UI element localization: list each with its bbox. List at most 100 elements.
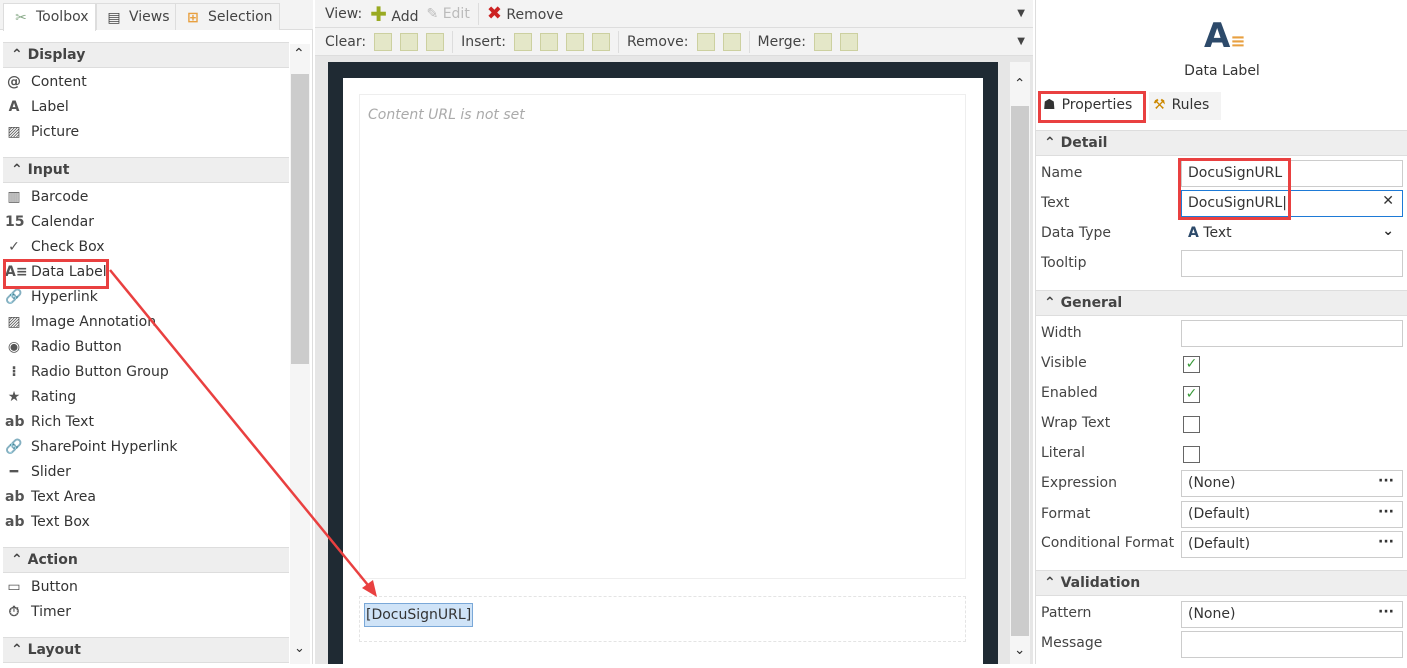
ellipsis-icon[interactable]: ··· bbox=[1378, 504, 1394, 520]
edit-button[interactable]: ✎ Edit bbox=[427, 6, 470, 22]
scroll-up-icon[interactable]: ⌃ bbox=[1014, 76, 1025, 92]
toolbox-item-barcode[interactable]: ▥ Barcode bbox=[5, 184, 88, 209]
radio-button-group-icon: ⁝ bbox=[11, 363, 17, 380]
enabled-checkbox[interactable]: ✓ bbox=[1183, 386, 1200, 403]
clear-icon[interactable] bbox=[426, 32, 445, 51]
toolbox-item-calendar[interactable]: 15 Calendar bbox=[5, 209, 94, 234]
toolbox-item-content[interactable]: @ Content bbox=[5, 69, 87, 94]
scroll-down-icon[interactable]: ⌄ bbox=[1014, 642, 1025, 658]
rating-icon: ★ bbox=[7, 388, 21, 405]
scroll-up-icon[interactable]: ⌃ bbox=[293, 46, 305, 62]
data-label-icon: A≡ bbox=[1204, 16, 1246, 56]
canvas-scrollbar[interactable]: ⌃ ⌄ bbox=[1010, 62, 1030, 664]
toolbox-item-text-area[interactable]: ab Text Area bbox=[5, 484, 96, 509]
tab-views[interactable]: ▤ Views bbox=[96, 3, 177, 30]
toolbox-item-check-box[interactable]: ✓ Check Box bbox=[5, 234, 104, 259]
insert-row-icon[interactable] bbox=[565, 32, 584, 51]
section-action[interactable]: ⌃ Action bbox=[3, 547, 289, 573]
content-control[interactable]: Content URL is not set bbox=[359, 94, 966, 579]
message-field[interactable] bbox=[1181, 631, 1403, 658]
conditional-format-field[interactable]: (Default) ··· bbox=[1181, 531, 1403, 558]
insert-row-icon[interactable] bbox=[591, 32, 610, 51]
toolbox-item-timer[interactable]: ⏱ Timer bbox=[5, 599, 72, 624]
toolbox-item-slider[interactable]: ━ Slider bbox=[5, 459, 71, 484]
toolbox-panel: ✂ Toolbox ▤ Views ⊞ Selection ⌃ Display @ Con… bbox=[0, 0, 313, 664]
section-display[interactable]: ⌃ Display bbox=[3, 42, 289, 68]
data-label-cell[interactable]: [DocuSignURL] bbox=[359, 596, 966, 642]
chevron-down-icon[interactable]: ⌄ bbox=[1382, 223, 1394, 239]
merge-right-icon[interactable] bbox=[813, 32, 832, 51]
ellipsis-icon[interactable]: ··· bbox=[1378, 534, 1394, 550]
expression-field[interactable]: (None) ··· bbox=[1181, 470, 1403, 497]
designer-canvas: View: ✚ Add ✎ Edit ✖ Remove ▼ Clear: Ins… bbox=[315, 0, 1033, 668]
section-detail[interactable]: ⌃ Detail bbox=[1036, 130, 1407, 156]
properties-panel: A≡ Data Label ☗ Properties ⚒ Rules ⌃ Detai… bbox=[1035, 0, 1407, 664]
picture-icon: ▨ bbox=[7, 123, 21, 140]
width-field[interactable] bbox=[1181, 320, 1403, 347]
toolbox-item-sharepoint-hyperlink[interactable]: 🔗 SharePoint Hyperlink bbox=[5, 434, 177, 459]
ellipsis-icon[interactable]: ··· bbox=[1378, 473, 1394, 489]
datatype-select[interactable]: A Text ⌄ bbox=[1181, 220, 1403, 247]
toolbox-tabs: ✂ Toolbox ▤ Views ⊞ Selection bbox=[0, 0, 313, 31]
ellipsis-icon[interactable]: ··· bbox=[1378, 604, 1394, 620]
calendar-icon: 15 bbox=[5, 213, 25, 230]
clear-icon[interactable]: ✕ bbox=[1382, 193, 1394, 209]
toolbox-item-text-box[interactable]: ab Text Box bbox=[5, 509, 90, 534]
label-icon: A bbox=[8, 98, 20, 115]
x-icon: ✖ bbox=[486, 3, 502, 24]
scroll-down-icon[interactable]: ⌄ bbox=[294, 641, 305, 656]
highlight-name-text bbox=[1178, 158, 1291, 220]
rich-text-icon: ab bbox=[5, 413, 25, 430]
toolbox-item-button[interactable]: ▭ Button bbox=[5, 574, 78, 599]
tab-toolbox[interactable]: ✂ Toolbox bbox=[3, 3, 96, 31]
toolbox-item-radio-button[interactable]: ◉ Radio Button bbox=[5, 334, 122, 359]
wrench-icon: ✂ bbox=[15, 10, 27, 26]
section-input[interactable]: ⌃ Input bbox=[3, 157, 289, 183]
remove-column-icon[interactable] bbox=[696, 32, 715, 51]
merge-down-icon[interactable] bbox=[839, 32, 858, 51]
clear-icon[interactable] bbox=[400, 32, 419, 51]
insert-column-icon[interactable] bbox=[539, 32, 558, 51]
slider-icon: ━ bbox=[9, 463, 19, 480]
radio-button-icon: ◉ bbox=[7, 338, 21, 355]
gavel-icon: ⚒ bbox=[1153, 97, 1166, 113]
highlight-properties-tab bbox=[1038, 91, 1146, 123]
data-label-control[interactable]: [DocuSignURL] bbox=[364, 603, 474, 627]
panel-title: Data Label bbox=[1184, 63, 1260, 79]
tooltip-field[interactable] bbox=[1181, 250, 1403, 277]
toolbar-overflow-icon[interactable]: ▼ bbox=[1017, 8, 1025, 19]
scroll-thumb[interactable] bbox=[291, 74, 309, 364]
section-general[interactable]: ⌃ General bbox=[1036, 290, 1407, 316]
form-sheet: Content URL is not set [DocuSignURL] bbox=[343, 78, 983, 668]
insert-column-icon[interactable] bbox=[513, 32, 532, 51]
toolbox-item-rating[interactable]: ★ Rating bbox=[5, 384, 76, 409]
sharepoint-hyperlink-icon: 🔗 bbox=[5, 438, 23, 455]
toolbox-scrollbar[interactable]: ⌃ ⌄ bbox=[290, 44, 310, 664]
clear-icon[interactable] bbox=[374, 32, 393, 51]
remove-button[interactable]: ✖ Remove bbox=[487, 3, 563, 24]
views-icon: ▤ bbox=[107, 10, 121, 26]
visible-checkbox[interactable]: ✓ bbox=[1183, 356, 1200, 373]
remove-row-icon[interactable] bbox=[722, 32, 741, 51]
add-button[interactable]: ✚ Add bbox=[370, 2, 418, 26]
pattern-field[interactable]: (None) ··· bbox=[1181, 601, 1403, 628]
check-box-icon: ✓ bbox=[8, 238, 20, 255]
barcode-icon: ▥ bbox=[7, 188, 21, 205]
section-layout[interactable]: ⌃ Layout bbox=[3, 637, 289, 663]
wrap-text-checkbox[interactable] bbox=[1183, 416, 1200, 433]
toolbox-item-image-annotation[interactable]: ▨ Image Annotation bbox=[5, 309, 156, 334]
button-icon: ▭ bbox=[7, 578, 21, 595]
pencil-icon: ✎ bbox=[426, 5, 439, 22]
tab-selection[interactable]: ⊞ Selection bbox=[175, 3, 280, 30]
format-field[interactable]: (Default) ··· bbox=[1181, 501, 1403, 528]
toolbox-item-radio-button-group[interactable]: ⁝ Radio Button Group bbox=[5, 359, 168, 384]
highlight-data-label bbox=[3, 259, 109, 289]
section-validation[interactable]: ⌃ Validation bbox=[1036, 570, 1407, 596]
scroll-thumb[interactable] bbox=[1011, 106, 1029, 636]
tab-rules[interactable]: ⚒ Rules bbox=[1149, 92, 1221, 120]
literal-checkbox[interactable] bbox=[1183, 446, 1200, 463]
toolbox-item-label[interactable]: A Label bbox=[5, 94, 69, 119]
toolbar-overflow-icon[interactable]: ▼ bbox=[1017, 36, 1025, 47]
toolbox-item-rich-text[interactable]: ab Rich Text bbox=[5, 409, 94, 434]
toolbox-item-picture[interactable]: ▨ Picture bbox=[5, 119, 79, 144]
